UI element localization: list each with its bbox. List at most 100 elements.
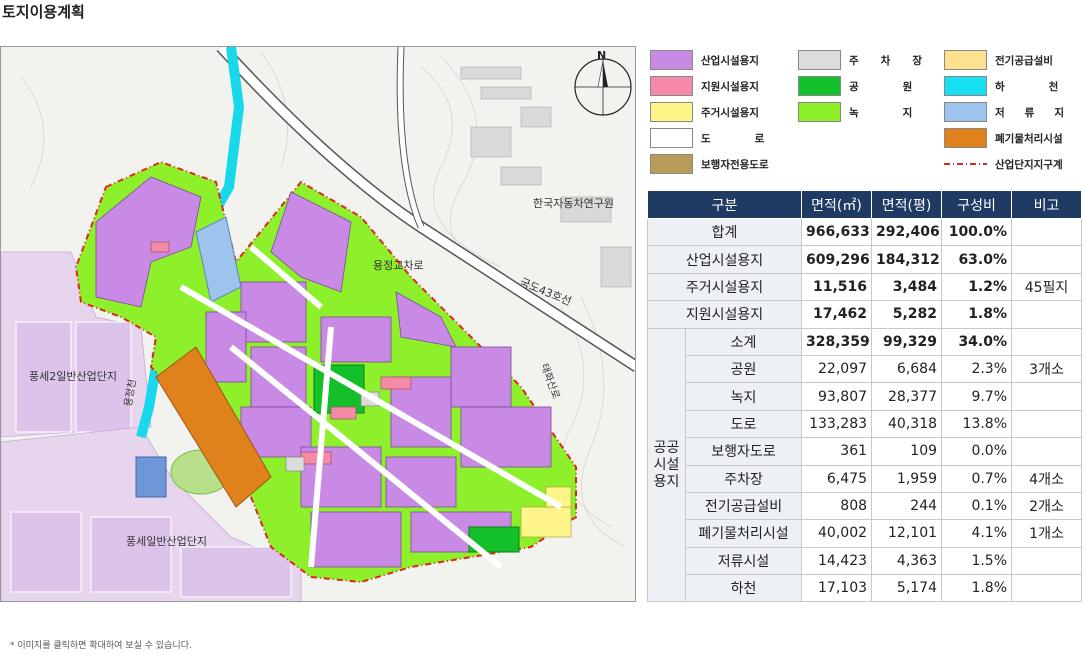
cell-m2: 133,283 <box>801 409 873 439</box>
cell-note: 2개소 <box>1011 491 1082 521</box>
cell-note <box>1011 327 1082 356</box>
land-use-table: 구분 면적(㎡) 면적(평) 구성비 비고 합계 966,633 292,406… <box>646 190 1082 603</box>
map-label-pungse2: 풍세2일반산업단지 <box>29 369 117 383</box>
legend-label: 하천 <box>995 80 1058 93</box>
legend-swatch <box>944 76 987 96</box>
map-label-pungse: 풍세일반산업단지 <box>126 534 207 548</box>
cell-m2: 40,002 <box>801 519 873 548</box>
cell-pyeong: 5,282 <box>871 300 943 329</box>
col-header-area-pyeong: 면적(평) <box>871 190 943 219</box>
group-label-line: 공공 <box>653 439 680 456</box>
cell-note <box>1011 245 1082 274</box>
cell-m2: 6,475 <box>801 464 873 493</box>
cell-ratio: 1.5% <box>941 546 1013 576</box>
table-row: 저류시설 14,423 4,363 1.5% <box>648 546 1082 576</box>
legend-swatch <box>944 50 987 70</box>
cell-note: 45필지 <box>1011 272 1082 302</box>
cell-note: 1개소 <box>1011 519 1082 548</box>
cell-pyeong: 5,174 <box>871 574 943 603</box>
col-header-note: 비고 <box>1011 190 1082 219</box>
legend-label: 폐기물처리시설 <box>995 132 1063 145</box>
cell-note <box>1011 217 1082 247</box>
legend-label: 공원 <box>849 80 957 93</box>
row-label: 소계 <box>684 327 803 356</box>
legend-label: 지원시설용지 <box>701 80 759 93</box>
row-label: 전기공급설비 <box>684 491 803 521</box>
cell-ratio: 13.8% <box>941 409 1013 439</box>
row-label: 주차장 <box>684 464 803 493</box>
cell-m2: 328,359 <box>801 327 873 356</box>
map-label-kari: 한국자동차연구원 <box>533 197 614 210</box>
cell-ratio: 0.1% <box>941 491 1013 521</box>
legend-item-residential: 주거시설용지 <box>650 102 759 122</box>
land-use-map[interactable]: N 한국자동차연구원 용정교차로 국도43호선 풍세2일반산업단지 풍세일반산업… <box>0 46 636 602</box>
legend-item-support: 지원시설용지 <box>650 76 759 96</box>
legend-swatch <box>798 50 841 70</box>
cell-pyeong: 4,363 <box>871 546 943 576</box>
row-label: 하천 <box>684 574 803 603</box>
cell-ratio: 1.8% <box>941 574 1013 603</box>
legend-item-boundary: 산업단지지구계 <box>944 154 1063 174</box>
table-row: 공공 시설 용지 소계 328,359 99,329 34.0% <box>647 327 1082 603</box>
group-label-line: 시설 <box>653 456 680 473</box>
cell-pyeong: 184,312 <box>871 245 943 274</box>
table-row: 보행자도로 361 109 0.0% <box>648 437 1082 466</box>
cell-ratio: 1.8% <box>941 300 1013 329</box>
cell-ratio: 0.7% <box>941 464 1013 493</box>
north-arrow-icon <box>574 58 632 116</box>
legend-label: 산업단지지구계 <box>995 158 1063 171</box>
table-row: 공원 22,097 6,684 2.3% 3개소 <box>648 354 1082 384</box>
cell-note: 4개소 <box>1011 464 1082 493</box>
cell-note <box>1011 574 1082 603</box>
row-label: 산업시설용지 <box>646 245 803 274</box>
legend-item-waste: 폐기물처리시설 <box>944 128 1063 148</box>
row-label: 폐기물처리시설 <box>684 519 803 548</box>
cell-note <box>1011 300 1082 329</box>
legend-label: 산업시설용지 <box>701 54 759 67</box>
cell-pyeong: 28,377 <box>871 382 943 411</box>
cell-pyeong: 244 <box>871 491 943 521</box>
cell-pyeong: 109 <box>871 437 943 466</box>
legend-swatch <box>650 50 693 70</box>
cell-pyeong: 6,684 <box>871 354 943 384</box>
cell-ratio: 63.0% <box>941 245 1013 274</box>
cell-m2: 808 <box>801 491 873 521</box>
legend-label: 보행자전용도로 <box>701 158 769 171</box>
legend-swatch <box>650 128 693 148</box>
cell-ratio: 9.7% <box>941 382 1013 411</box>
legend-item-parking: 주차장 <box>798 50 944 70</box>
row-label: 보행자도로 <box>684 437 803 466</box>
cell-m2: 14,423 <box>801 546 873 576</box>
legend-swatch <box>798 102 841 122</box>
group-label-line: 용지 <box>653 473 680 490</box>
legend-swatch <box>944 102 987 122</box>
table-row: 폐기물처리시설 40,002 12,101 4.1% 1개소 <box>648 519 1082 548</box>
row-label: 녹지 <box>684 382 803 411</box>
map-label-interchange: 용정교차로 <box>373 259 424 272</box>
cell-pyeong: 99,329 <box>871 327 943 356</box>
col-header-area-m2: 면적(㎡) <box>801 190 873 219</box>
legend-label: 저류지 <box>995 106 1082 119</box>
legend-swatch <box>650 76 693 96</box>
cell-ratio: 100.0% <box>941 217 1013 247</box>
cell-m2: 17,462 <box>801 300 873 329</box>
cell-note: 3개소 <box>1011 354 1082 384</box>
row-label: 주거시설용지 <box>646 272 803 302</box>
row-label: 공원 <box>684 354 803 384</box>
cell-m2: 17,103 <box>801 574 873 603</box>
cell-ratio: 0.0% <box>941 437 1013 466</box>
legend-item-green: 녹지 <box>798 102 956 122</box>
col-header-ratio: 구성비 <box>941 190 1013 219</box>
footnote: * 이미지를 클릭하면 확대하여 보실 수 있습니다. <box>10 641 192 651</box>
legend-item-industrial: 산업시설용지 <box>650 50 759 70</box>
legend-item-road: 도로 <box>650 128 808 148</box>
legend-label: 전기공급설비 <box>995 54 1053 67</box>
legend-label: 도로 <box>701 132 809 145</box>
table-row: 합계 966,633 292,406 100.0% <box>646 217 1082 247</box>
cell-m2: 22,097 <box>801 354 873 384</box>
cell-note <box>1011 437 1082 466</box>
cell-pyeong: 12,101 <box>871 519 943 548</box>
cell-pyeong: 40,318 <box>871 409 943 439</box>
table-row: 산업시설용지 609,296 184,312 63.0% <box>646 245 1082 274</box>
legend-label: 녹지 <box>849 106 957 119</box>
